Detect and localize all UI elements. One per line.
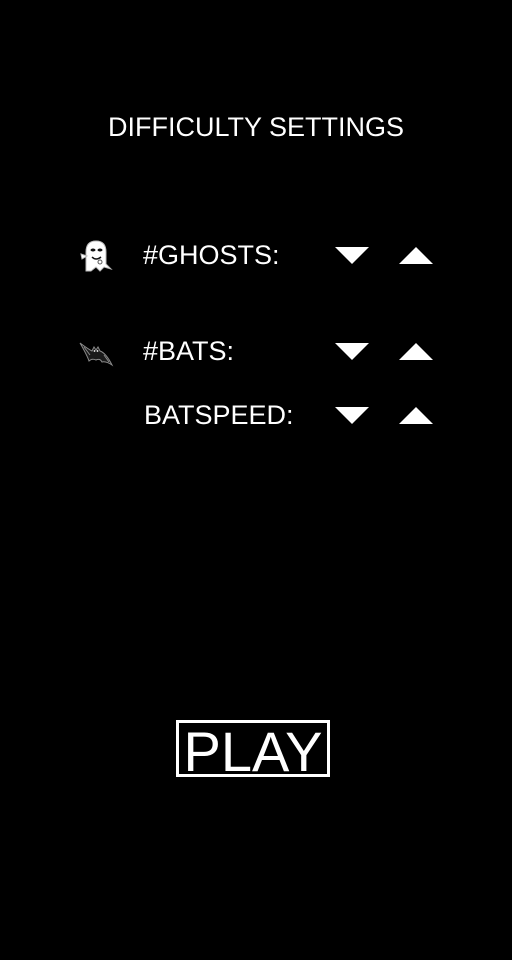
play-button[interactable]: PLAY (176, 720, 330, 780)
ghosts-increase-button[interactable] (399, 246, 433, 264)
ghosts-label: #GHOSTS: (143, 240, 280, 270)
batspeed-label: BATSPEED: (144, 400, 294, 430)
screen-title: DIFFICULTY SETTINGS (107, 112, 405, 142)
batspeed-decrease-button[interactable] (335, 407, 369, 425)
bat-icon (78, 335, 114, 371)
bats-increase-button[interactable] (399, 342, 433, 360)
batspeed-increase-button[interactable] (399, 406, 433, 424)
triangle-up-icon (399, 343, 433, 360)
bats-label: #BATS: (143, 336, 235, 366)
triangle-down-icon (335, 407, 369, 424)
triangle-up-icon (399, 407, 433, 424)
bats-decrease-button[interactable] (335, 343, 369, 361)
ghost-icon (78, 238, 114, 274)
triangle-down-icon (335, 247, 369, 264)
triangle-down-icon (335, 343, 369, 360)
ghosts-decrease-button[interactable] (335, 247, 369, 265)
triangle-up-icon (399, 247, 433, 264)
